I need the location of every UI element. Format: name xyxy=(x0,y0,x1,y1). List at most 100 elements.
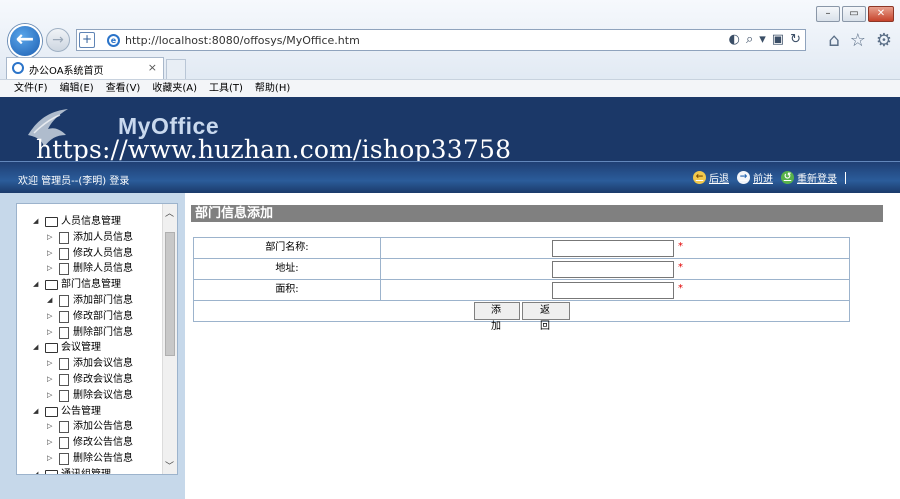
collapsed-triangle-icon[interactable]: ▷ xyxy=(47,451,52,466)
tree-node[interactable]: ▷ 添加会议信息 xyxy=(17,356,163,372)
minimize-button[interactable]: – xyxy=(816,6,840,22)
tree-node-label: 修改公告信息 xyxy=(73,437,133,449)
tree-node[interactable]: ◢ 通讯组管理 xyxy=(17,467,163,475)
tree-node[interactable]: ◢ 人员信息管理 xyxy=(17,214,163,230)
collapsed-triangle-icon[interactable]: ▷ xyxy=(47,309,52,324)
tree-node[interactable]: ◢ 部门信息管理 xyxy=(17,277,163,293)
tree-node-label: 删除部门信息 xyxy=(73,326,133,338)
tree-node[interactable]: ▷ 删除会议信息 xyxy=(17,388,163,404)
collapsed-triangle-icon[interactable]: ▷ xyxy=(47,356,52,371)
tree-node[interactable]: ▷ 修改人员信息 xyxy=(17,246,163,262)
area-input[interactable] xyxy=(552,282,674,299)
collapsed-triangle-icon[interactable]: ▷ xyxy=(47,372,52,387)
tree-node-label: 修改人员信息 xyxy=(73,247,133,259)
tree-scrollbar[interactable]: ︿ ﹀ xyxy=(162,204,177,474)
collapsed-triangle-icon[interactable]: ▷ xyxy=(47,325,52,340)
tree-node[interactable]: ◢ 会议管理 xyxy=(17,340,163,356)
scroll-thumb[interactable] xyxy=(165,232,175,356)
tab-close-icon[interactable]: × xyxy=(148,61,157,74)
tree-node-label: 添加公告信息 xyxy=(73,421,133,433)
tree-box: ◢ 人员信息管理 ▷ 添加人员信息 ▷ 修改人员信息 ▷ 删除人员信息 ◢ 部门信息管理 ◢ 添加部门… xyxy=(16,203,178,475)
ie-icon xyxy=(12,62,24,74)
back-button-form[interactable]: 返 回 xyxy=(522,302,570,332)
collapsed-triangle-icon[interactable]: ▷ xyxy=(47,261,52,276)
back-link[interactable]: ← 后退 xyxy=(693,170,729,185)
page-icon[interactable]: ▣ xyxy=(772,32,784,47)
form-row-address: 地址: * xyxy=(194,259,849,280)
pin-icon[interactable]: + xyxy=(79,32,95,48)
tree-node[interactable]: ▷ 修改部门信息 xyxy=(17,309,163,325)
scroll-up-icon[interactable]: ︿ xyxy=(165,206,174,219)
home-icon[interactable]: ⌂ xyxy=(828,30,839,51)
tree-node[interactable]: ◢ 添加部门信息 xyxy=(17,293,163,309)
new-tab-button[interactable] xyxy=(166,59,186,79)
menu-help[interactable]: 帮助(H) xyxy=(255,80,290,97)
browser-toolbar: ⌂ ☆ ⚙ xyxy=(828,30,892,51)
relogin-link[interactable]: ↺ 重新登录 xyxy=(781,170,837,185)
tab-home[interactable]: 办公OA系统首页 × xyxy=(6,57,164,79)
required-mark: * xyxy=(678,262,683,273)
collapsed-triangle-icon[interactable]: ▷ xyxy=(47,419,52,434)
tree-node[interactable]: ▷ 添加公告信息 xyxy=(17,419,163,435)
expanded-triangle-icon[interactable]: ◢ xyxy=(33,404,38,419)
tree-node[interactable]: ▷ 修改公告信息 xyxy=(17,435,163,451)
dropdown-icon[interactable]: ▾ xyxy=(759,32,766,47)
compat-icon[interactable]: ◐ xyxy=(729,32,740,47)
collapsed-triangle-icon[interactable]: ▷ xyxy=(47,230,52,245)
favorites-star-icon[interactable]: ☆ xyxy=(850,30,866,51)
menu-tools[interactable]: 工具(T) xyxy=(209,80,243,97)
ie-icon: e xyxy=(107,34,120,47)
document-icon xyxy=(59,373,69,386)
address-url[interactable]: http://localhost:8080/offosys/MyOffice.h… xyxy=(125,34,360,47)
collapsed-triangle-icon[interactable]: ▷ xyxy=(47,388,52,403)
relogin-link-label: 重新登录 xyxy=(797,174,837,185)
welcome-text: 欢迎 管理员--(李明) 登录 xyxy=(18,176,130,187)
form-row-name: 部门名称: * xyxy=(194,238,849,259)
expanded-triangle-icon[interactable]: ◢ xyxy=(33,340,38,355)
menu-favorites[interactable]: 收藏夹(A) xyxy=(152,80,197,97)
tree-node-label: 公告管理 xyxy=(61,405,101,417)
tree-node[interactable]: ▷ 添加人员信息 xyxy=(17,230,163,246)
add-button[interactable]: 添 加 xyxy=(474,302,520,332)
folder-icon xyxy=(45,343,58,354)
menu-view[interactable]: 查看(V) xyxy=(106,80,141,97)
document-icon xyxy=(59,358,69,371)
document-icon xyxy=(59,421,69,434)
expanded-triangle-icon[interactable]: ◢ xyxy=(33,467,38,474)
nav-links: ← 后退 → 前进 ↺ 重新登录 xyxy=(693,170,846,185)
tree-node[interactable]: ◢ 公告管理 xyxy=(17,404,163,420)
back-button[interactable]: ← xyxy=(8,24,42,58)
menu-file[interactable]: 文件(F) xyxy=(14,80,48,97)
expanded-triangle-icon[interactable]: ◢ xyxy=(47,293,52,308)
forward-arrow-icon: → xyxy=(737,171,750,184)
document-icon xyxy=(59,437,69,450)
settings-gear-icon[interactable]: ⚙ xyxy=(876,30,892,51)
nav-tree: ◢ 人员信息管理 ▷ 添加人员信息 ▷ 修改人员信息 ▷ 删除人员信息 ◢ 部门信息管理 ◢ 添加部门… xyxy=(17,214,163,475)
address-bar[interactable]: + e http://localhost:8080/offosys/MyOffi… xyxy=(76,29,806,51)
page-title: 部门信息添加 xyxy=(191,205,883,222)
tree-node[interactable]: ▷ 修改会议信息 xyxy=(17,372,163,388)
tree-node[interactable]: ▷ 删除人员信息 xyxy=(17,261,163,277)
tree-node[interactable]: ▷ 删除部门信息 xyxy=(17,325,163,341)
address-input[interactable] xyxy=(552,261,674,278)
forward-link[interactable]: → 前进 xyxy=(737,170,773,185)
maximize-button[interactable]: ▭ xyxy=(842,6,866,22)
tree-node-label: 通讯组管理 xyxy=(61,468,111,475)
form-row-area: 面积: * xyxy=(194,280,849,301)
forward-button[interactable]: → xyxy=(46,28,70,52)
close-window-button[interactable]: ✕ xyxy=(868,6,894,22)
menu-edit[interactable]: 编辑(E) xyxy=(60,80,94,97)
address-label: 地址: xyxy=(194,259,381,280)
refresh-icon[interactable]: ↻ xyxy=(790,32,801,47)
tab-bar: 办公OA系统首页 × xyxy=(0,55,900,79)
collapsed-triangle-icon[interactable]: ▷ xyxy=(47,435,52,450)
dept-name-input[interactable] xyxy=(552,240,674,257)
expanded-triangle-icon[interactable]: ◢ xyxy=(33,277,38,292)
nav-divider xyxy=(845,171,846,184)
tree-node[interactable]: ▷ 删除公告信息 xyxy=(17,451,163,467)
search-icon[interactable]: ⌕ xyxy=(746,32,753,47)
expanded-triangle-icon[interactable]: ◢ xyxy=(33,214,38,229)
collapsed-triangle-icon[interactable]: ▷ xyxy=(47,246,52,261)
scroll-down-icon[interactable]: ﹀ xyxy=(165,459,174,472)
tree-node-label: 删除会议信息 xyxy=(73,389,133,401)
